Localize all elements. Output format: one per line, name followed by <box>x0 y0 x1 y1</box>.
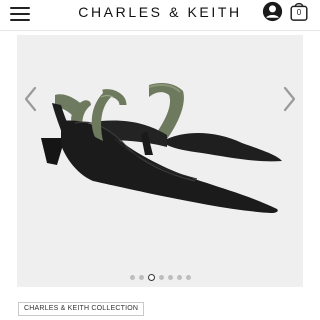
chevron-left-icon[interactable] <box>21 85 41 113</box>
carousel-dot[interactable] <box>138 275 144 280</box>
carousel-pagination-dots <box>17 273 303 283</box>
product-image-slingback-flats <box>41 83 282 213</box>
chevron-right-icon[interactable] <box>279 85 299 113</box>
top-navigation-bar: CHARLES & KEITH 0 <box>0 0 320 32</box>
collection-tag-button[interactable]: CHARLES & KEITH COLLECTION <box>18 302 145 316</box>
product-image-carousel[interactable] <box>17 35 303 287</box>
carousel-dot-active[interactable] <box>147 274 155 281</box>
user-account-icon[interactable] <box>262 1 283 22</box>
carousel-dot[interactable] <box>129 275 135 280</box>
carousel-dot[interactable] <box>176 275 182 280</box>
cart-count-badge: 0 <box>296 8 302 17</box>
carousel-dot[interactable] <box>185 275 191 280</box>
carousel-dot[interactable] <box>158 275 164 280</box>
carousel-dot[interactable] <box>167 275 173 280</box>
header-divider <box>0 30 320 31</box>
